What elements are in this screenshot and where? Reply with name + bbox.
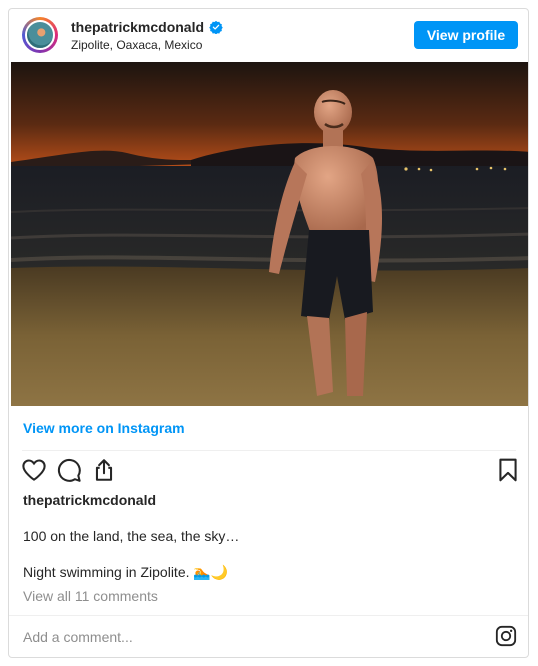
action-bar xyxy=(9,457,528,485)
avatar[interactable] xyxy=(22,17,58,53)
heart-icon[interactable] xyxy=(21,457,47,483)
instagram-icon[interactable] xyxy=(495,625,517,647)
post-header: thepatrickmcdonald Zipolite, Oaxaca, Mex… xyxy=(9,9,528,61)
verified-badge-icon xyxy=(209,20,223,34)
username-link[interactable]: thepatrickmcdonald xyxy=(71,19,204,35)
caption-text: 100 on the land, the sea, the sky… xyxy=(23,528,240,544)
location-link[interactable]: Zipolite, Oaxaca, Mexico xyxy=(71,38,202,52)
share-icon[interactable] xyxy=(91,457,117,483)
divider xyxy=(22,450,516,451)
username-row: thepatrickmcdonald xyxy=(71,19,223,35)
comment-icon[interactable] xyxy=(56,457,82,483)
divider xyxy=(9,615,528,616)
caption-text: Night swimming in Zipolite. 🏊🌙 xyxy=(23,564,229,580)
bookmark-icon[interactable] xyxy=(495,457,521,483)
add-comment-input[interactable] xyxy=(23,629,443,645)
post-photo[interactable] xyxy=(11,62,529,406)
view-profile-button[interactable]: View profile xyxy=(414,21,518,49)
avatar-image xyxy=(25,20,55,50)
view-more-on-instagram-link[interactable]: View more on Instagram xyxy=(23,420,185,436)
post-author-username[interactable]: thepatrickmcdonald xyxy=(23,492,156,508)
view-all-comments-link[interactable]: View all 11 comments xyxy=(23,588,158,604)
instagram-embed-card: thepatrickmcdonald Zipolite, Oaxaca, Mex… xyxy=(8,8,529,658)
